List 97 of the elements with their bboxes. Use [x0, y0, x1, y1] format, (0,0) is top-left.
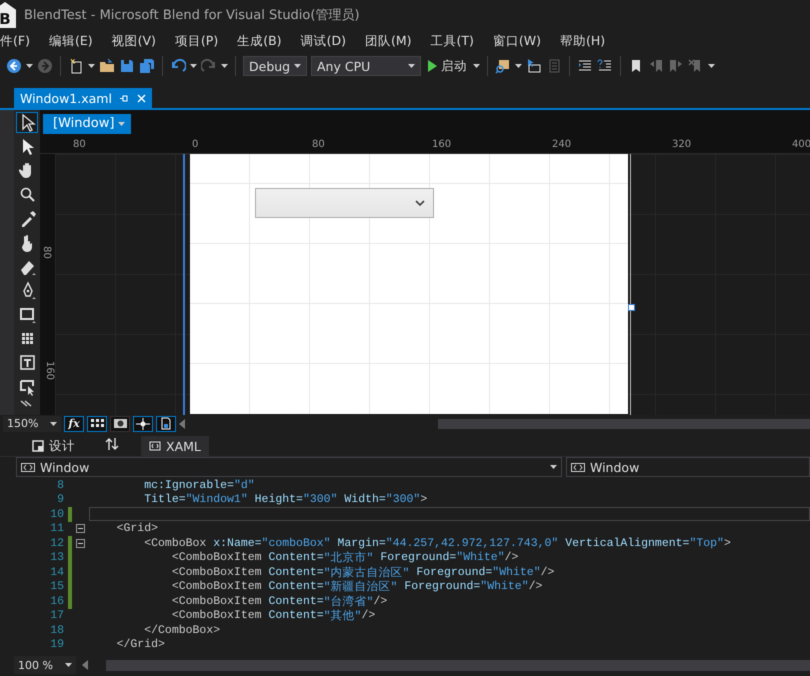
view-tab[interactable]: 设计 — [24, 436, 83, 456]
cursor-box-icon — [18, 377, 36, 396]
zoom-icon — [18, 185, 36, 204]
caret-icon — [550, 465, 557, 469]
scroll-left-icon[interactable] — [82, 660, 88, 670]
tool-button[interactable] — [16, 112, 38, 133]
code-line: <ComboBoxItem Content="北京市" Foreground="White"/> — [170, 550, 520, 565]
line-number: 19 — [49, 638, 65, 652]
code-icon — [21, 462, 35, 472]
artboard-button[interactable] — [156, 416, 176, 432]
menu-item[interactable]: 窗口(W) — [484, 32, 552, 50]
caret-icon — [65, 663, 72, 667]
menu-item[interactable]: 团队(M) — [356, 32, 422, 50]
menu-item[interactable]: 工具(T) — [422, 32, 484, 50]
configuration-dropdown[interactable]: Debug — [243, 56, 307, 76]
app-logo: B — [0, 2, 16, 28]
effects-button[interactable]: fx — [64, 416, 84, 432]
breadcrumb-button[interactable]: [Window] — [43, 114, 132, 134]
caret-icon — [190, 64, 197, 68]
grid-icon — [90, 419, 104, 428]
document-tab[interactable]: Window1.xaml — [14, 88, 152, 108]
code-line: <ComboBoxItem Content="台湾省"/> — [170, 594, 388, 608]
caret-icon — [118, 122, 126, 126]
window-title: BlendTest - Microsoft Blend for Visual Studio(管理员) — [24, 7, 360, 24]
caret-icon — [88, 64, 95, 68]
snap-icon — [114, 419, 126, 428]
code-icon — [149, 440, 161, 452]
design-icon — [32, 440, 44, 452]
caret-icon — [221, 64, 228, 68]
crosshair-icon — [136, 418, 150, 430]
caret-icon — [26, 64, 33, 68]
start-button[interactable]: 启动 — [425, 58, 469, 74]
menu-item[interactable]: 帮助(H) — [551, 32, 616, 50]
view-tab[interactable]: XAML — [141, 436, 209, 456]
save-all-icon[interactable] — [139, 58, 155, 74]
code-line: </ComboBox> — [143, 623, 222, 638]
overflow-icon — [708, 64, 715, 68]
close-icon[interactable] — [136, 94, 146, 102]
cursor-box-icon[interactable] — [526, 58, 542, 74]
code-line: <ComboBoxItem Content="新疆自治区" Foreground="White"/> — [170, 580, 544, 594]
grid-button[interactable] — [87, 416, 107, 432]
code-line: <Grid> — [116, 522, 160, 536]
line-number: 12 — [49, 536, 65, 550]
snap-button[interactable] — [110, 416, 130, 432]
line-number: 10 — [49, 508, 65, 521]
new-item-icon[interactable] — [68, 58, 84, 74]
collapse-icon[interactable] — [76, 524, 85, 534]
bookmark-next-icon[interactable] — [668, 58, 684, 74]
save-icon[interactable] — [119, 58, 135, 74]
line-number: 15 — [49, 580, 65, 594]
rectangle-icon — [18, 305, 36, 324]
member-scope-dropdown[interactable]: Window — [566, 457, 810, 477]
line-number: 14 — [49, 566, 65, 579]
platform-dropdown[interactable]: Any CPU — [311, 56, 421, 76]
code-line: <ComboBoxItem Content="内蒙古自治区" Foreground="White"/> — [170, 565, 556, 580]
menu-item[interactable]: 生成(B) — [228, 32, 292, 50]
code-line: <ComboBox x:Name="comboBox" Margin="44.257,42.972,127.743,0" VerticalAlignment="Top"> — [143, 536, 732, 550]
back-icon[interactable] — [6, 58, 22, 74]
scroll-left-icon[interactable] — [179, 418, 185, 428]
caret-icon — [50, 422, 57, 426]
line-number: 17 — [49, 609, 65, 622]
menu-item[interactable]: 调试(D) — [292, 32, 356, 50]
caret-icon — [515, 64, 522, 68]
swap-icon[interactable] — [105, 437, 119, 451]
line-number: 8 — [56, 478, 65, 492]
snap-point-button[interactable] — [133, 416, 153, 432]
code-line: <ComboBoxItem Content="其他"/> — [170, 608, 376, 623]
caret-icon — [408, 64, 415, 68]
line-number: 9 — [56, 493, 65, 506]
collapse-icon[interactable] — [76, 538, 85, 548]
code-line: Title="Window1" Height="300" Width="300"> — [143, 492, 428, 507]
zoom-dropdown[interactable]: 150% — [3, 416, 61, 432]
menu-item[interactable]: 件(F) — [0, 32, 40, 50]
code-line: mc:Ignorable="d" — [143, 478, 256, 492]
document-icon — [161, 417, 171, 430]
horizontal-scrollbar[interactable] — [106, 660, 810, 670]
folder-icon[interactable] — [99, 58, 115, 74]
undo-icon[interactable] — [170, 58, 186, 74]
code-icon — [571, 462, 585, 472]
menu-item[interactable]: 项目(P) — [166, 32, 228, 50]
line-number: 18 — [49, 624, 65, 637]
editor-zoom-dropdown[interactable]: 100 % — [14, 656, 76, 674]
type-scope-dropdown[interactable]: Window — [16, 457, 562, 477]
code-line: </Grid> — [116, 638, 166, 652]
resize-handle[interactable] — [628, 304, 635, 311]
horizontal-scrollbar[interactable] — [438, 418, 810, 428]
folder-search-icon[interactable] — [495, 58, 511, 74]
play-icon — [427, 60, 437, 72]
pin-icon[interactable] — [120, 94, 129, 102]
caret-icon — [294, 64, 301, 68]
menu-item[interactable]: 视图(V) — [102, 32, 166, 50]
menu-item[interactable]: 编辑(E) — [40, 32, 103, 50]
line-number: 11 — [49, 522, 65, 536]
text-icon — [18, 353, 36, 372]
line-number: 13 — [49, 551, 65, 564]
caret-icon — [473, 64, 480, 68]
line-number: 16 — [49, 594, 65, 608]
